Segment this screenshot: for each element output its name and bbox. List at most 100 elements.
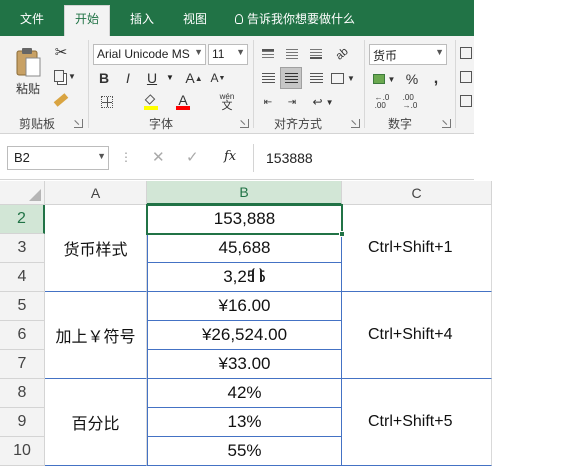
orientation-button[interactable]: ab bbox=[330, 44, 354, 64]
column-header-b[interactable]: B bbox=[147, 181, 342, 205]
cell-b[interactable]: ¥33.00 bbox=[147, 350, 342, 379]
bold-button[interactable]: B bbox=[94, 68, 114, 88]
cell-c-shortcut[interactable]: Ctrl+Shift+1 bbox=[342, 205, 492, 292]
chevron-down-icon: ▼ bbox=[97, 151, 106, 161]
cell-a-label[interactable]: 加上￥符号 bbox=[45, 292, 147, 379]
increase-indent-button[interactable]: ⇥ bbox=[282, 92, 302, 112]
decrease-decimal-icon: .00 →.0 bbox=[402, 93, 418, 110]
grow-font-button[interactable]: A ▲ bbox=[184, 68, 204, 88]
name-box[interactable]: B2 ▼ bbox=[7, 146, 109, 170]
selection-outline bbox=[146, 204, 343, 235]
align-middle-icon bbox=[286, 49, 298, 59]
formula-bar: B2 ▼ ⋮ ✕ ✓ fx 153888 bbox=[0, 136, 474, 180]
merge-center-button[interactable]: ▼ bbox=[330, 68, 356, 88]
insert-function-button[interactable]: fx bbox=[224, 149, 236, 164]
conditional-format-button[interactable] bbox=[459, 46, 473, 60]
clipboard-launcher-icon[interactable] bbox=[74, 119, 83, 128]
phonetic-guide-button[interactable]: wén 文 bbox=[212, 92, 242, 112]
font-size-select[interactable]: 11 ▼ bbox=[208, 44, 248, 65]
tab-insert[interactable]: 插入 bbox=[130, 10, 154, 27]
cell-c-shortcut[interactable]: Ctrl+Shift+4 bbox=[342, 292, 492, 379]
fill-color-button[interactable] bbox=[138, 92, 164, 112]
format-painter-button[interactable] bbox=[50, 90, 72, 110]
comma-style-button[interactable]: , bbox=[426, 69, 446, 89]
cell-b[interactable]: ¥16.00 bbox=[147, 292, 342, 321]
italic-button[interactable]: I bbox=[118, 68, 138, 88]
align-right-button[interactable] bbox=[306, 68, 326, 88]
copy-button[interactable]: ▼ bbox=[50, 66, 80, 86]
number-group-label: 数字 bbox=[388, 117, 413, 131]
cell-a-label[interactable]: 货币样式 bbox=[45, 205, 147, 292]
underline-button[interactable]: U bbox=[142, 68, 162, 88]
align-top-icon bbox=[262, 49, 274, 59]
cell-b[interactable]: 45,688 bbox=[147, 234, 342, 263]
table-icon bbox=[460, 71, 472, 83]
tab-view[interactable]: 视图 bbox=[183, 10, 207, 27]
formula-input[interactable]: 153888 bbox=[253, 144, 474, 172]
decrease-indent-button[interactable]: ⇤ bbox=[258, 92, 278, 112]
wrap-text-button[interactable]: ↩ ▼ bbox=[310, 92, 336, 112]
cut-button[interactable]: ✂ bbox=[50, 42, 72, 62]
column-header-a[interactable]: A bbox=[45, 181, 147, 205]
row-header[interactable]: 6 bbox=[0, 321, 45, 350]
borders-button[interactable] bbox=[94, 92, 120, 112]
align-top-button[interactable] bbox=[258, 44, 278, 64]
increase-decimal-button[interactable]: ←.0.00 bbox=[370, 92, 394, 112]
row-header[interactable]: 4 bbox=[0, 263, 45, 292]
cell-b[interactable]: ¥26,524.00 bbox=[147, 321, 342, 350]
divider bbox=[455, 40, 456, 128]
row-header[interactable]: 10 bbox=[0, 437, 45, 466]
row-header[interactable]: 7 bbox=[0, 350, 45, 379]
decrease-decimal-button[interactable]: .00 →.0 bbox=[398, 92, 422, 112]
fill-handle[interactable] bbox=[339, 231, 345, 237]
cell-b[interactable]: 42% bbox=[147, 379, 342, 408]
column-header-c[interactable]: C bbox=[342, 181, 492, 205]
paste-button[interactable]: 粘贴 bbox=[10, 42, 46, 100]
border-grid-icon bbox=[101, 96, 113, 108]
row-header[interactable]: 3 bbox=[0, 234, 45, 263]
row-header[interactable]: 5 bbox=[0, 292, 45, 321]
paintbrush-icon bbox=[53, 93, 69, 107]
tab-home[interactable]: 开始 bbox=[64, 5, 111, 36]
row-header[interactable]: 9 bbox=[0, 408, 45, 437]
triangle-icon bbox=[29, 189, 41, 201]
shrink-font-button[interactable]: A ▼ bbox=[208, 68, 228, 88]
cell-b[interactable]: 13% bbox=[147, 408, 342, 437]
cancel-icon[interactable]: ✕ bbox=[152, 148, 165, 166]
cell-b[interactable]: 3,255 bbox=[147, 263, 342, 292]
chevron-down-icon: ▼ bbox=[435, 47, 444, 57]
number-launcher-icon[interactable] bbox=[442, 119, 451, 128]
chevron-down-icon: ▼ bbox=[68, 71, 76, 81]
font-launcher-icon[interactable] bbox=[240, 119, 249, 128]
format-table-button[interactable] bbox=[459, 70, 473, 84]
align-bottom-button[interactable] bbox=[306, 44, 326, 64]
align-left-button[interactable] bbox=[258, 68, 278, 88]
accounting-format-button[interactable]: ▼ bbox=[370, 69, 398, 89]
cell-styles-button[interactable] bbox=[459, 94, 473, 108]
font-color-button[interactable]: A bbox=[170, 92, 196, 112]
font-name-select[interactable]: Arial Unicode MS ▼ bbox=[93, 44, 206, 65]
tell-me-search[interactable]: 告诉我你想要做什么 bbox=[235, 10, 355, 27]
outdent-icon: ⇤ bbox=[263, 96, 273, 108]
align-center-button[interactable] bbox=[280, 67, 302, 89]
cell-c-shortcut[interactable]: Ctrl+Shift+5 bbox=[342, 379, 492, 466]
copy-icon bbox=[54, 70, 65, 82]
lightbulb-icon bbox=[235, 14, 243, 24]
tab-file[interactable]: 文件 bbox=[20, 10, 44, 27]
alignment-launcher-icon[interactable] bbox=[351, 119, 360, 128]
paint-bucket-icon bbox=[144, 93, 158, 110]
align-left-icon bbox=[261, 72, 275, 84]
scissors-icon: ✂ bbox=[54, 44, 68, 61]
divider bbox=[364, 40, 365, 128]
orientation-icon: ab bbox=[333, 45, 351, 63]
number-format-select[interactable]: 货币 ▼ bbox=[369, 44, 447, 65]
row-header[interactable]: 8 bbox=[0, 379, 45, 408]
select-all-corner[interactable] bbox=[0, 181, 45, 205]
cell-a-label[interactable]: 百分比 bbox=[45, 379, 147, 466]
percent-style-button[interactable]: % bbox=[402, 69, 422, 89]
cell-b[interactable]: 55% bbox=[147, 437, 342, 466]
enter-check-icon[interactable]: ✓ bbox=[186, 148, 199, 166]
align-middle-button[interactable] bbox=[282, 44, 302, 64]
row-header[interactable]: 2 bbox=[0, 205, 45, 234]
font-color-letter: A bbox=[176, 92, 190, 110]
